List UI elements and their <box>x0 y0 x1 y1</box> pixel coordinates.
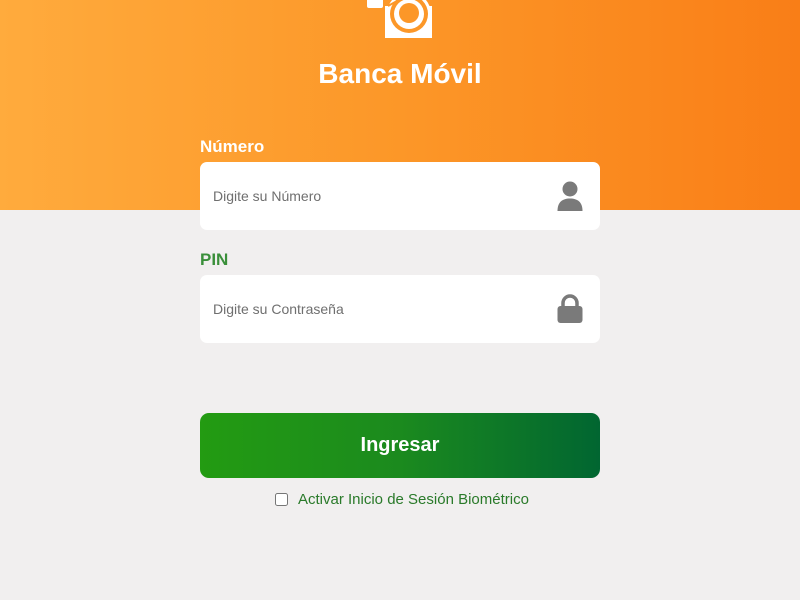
biometric-label[interactable]: Activar Inicio de Sesión Biométrico <box>298 491 529 508</box>
numero-label: Número <box>200 137 265 156</box>
login-button[interactable]: Ingresar <box>200 413 600 478</box>
biometric-option: Activar Inicio de Sesión Biométrico <box>275 489 529 509</box>
lock-icon <box>557 294 583 323</box>
pin-field-container <box>200 275 600 343</box>
app-title: Banca Móvil <box>318 58 482 89</box>
bank-logo <box>367 0 432 38</box>
user-icon <box>557 181 583 211</box>
biometric-checkbox[interactable] <box>275 492 288 506</box>
pin-input[interactable] <box>200 275 540 343</box>
numero-field-container <box>200 162 600 230</box>
login-screen: Banca Móvil Número PIN Ingresar Activar … <box>0 0 800 600</box>
pin-label: PIN <box>200 250 229 269</box>
numero-input[interactable] <box>200 162 540 230</box>
